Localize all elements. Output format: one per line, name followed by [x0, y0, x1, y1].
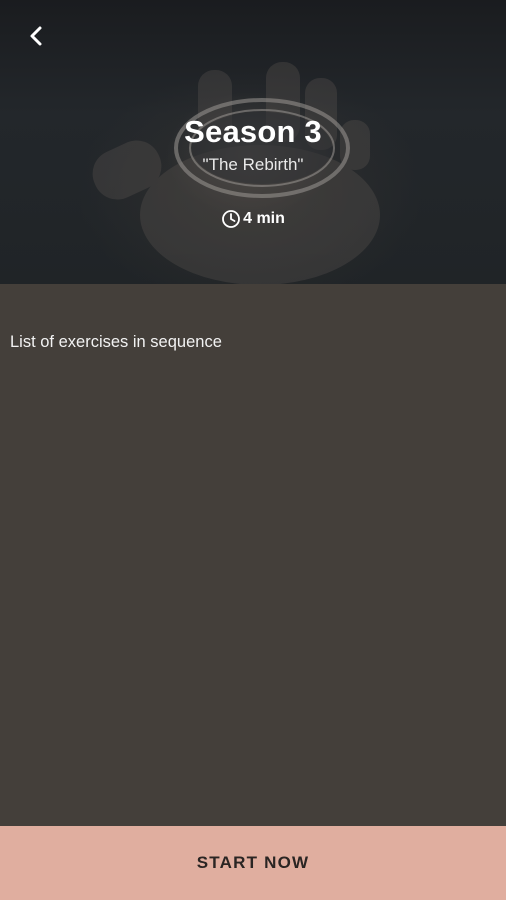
- hero-header: Season 3 "The Rebirth" 4 min: [0, 0, 506, 284]
- workout-detail-screen: Season 3 "The Rebirth" 4 min List of exe…: [0, 0, 506, 900]
- exercise-list-area: List of exercises in sequence: [0, 284, 506, 826]
- back-button[interactable]: [18, 18, 54, 54]
- page-title: Season 3: [184, 114, 322, 149]
- clock-icon: [221, 209, 241, 229]
- start-now-button[interactable]: START NOW: [0, 826, 506, 900]
- chevron-left-icon: [30, 26, 42, 46]
- exercises-label: List of exercises in sequence: [10, 333, 222, 351]
- duration-info: 4 min: [0, 209, 506, 229]
- duration-label: 4 min: [243, 210, 285, 227]
- page-subtitle: "The Rebirth": [202, 155, 304, 174]
